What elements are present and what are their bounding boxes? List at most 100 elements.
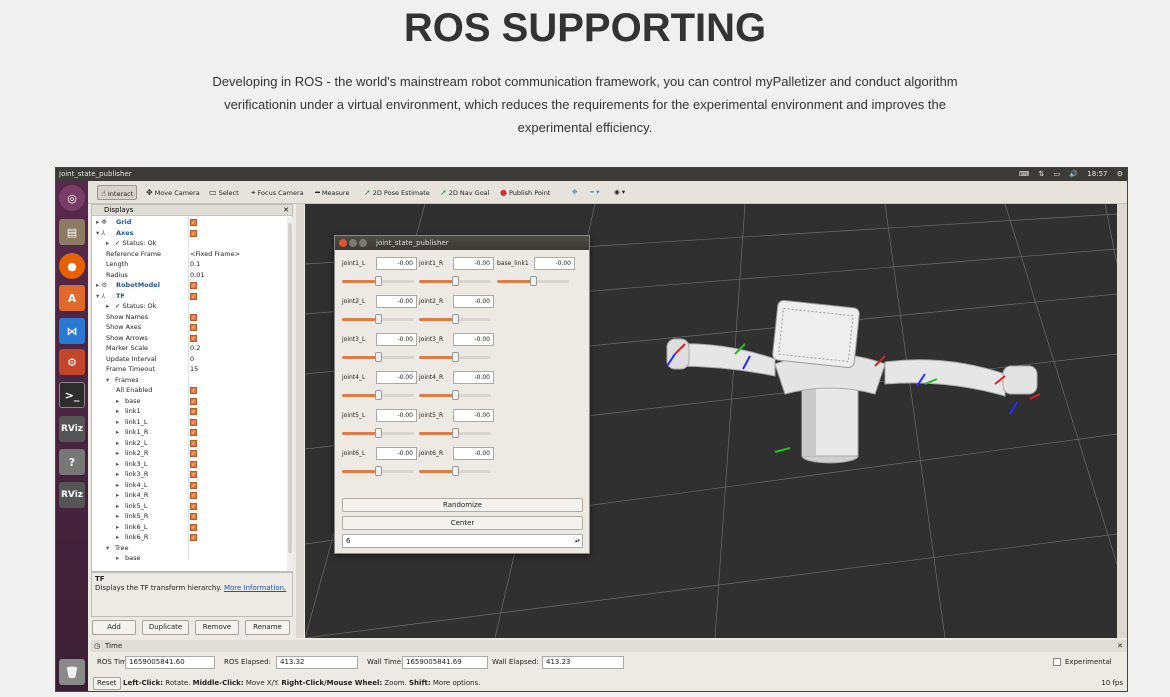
- enable-checkbox[interactable]: ✓: [190, 229, 197, 237]
- displays-scrollbar[interactable]: [287, 217, 293, 571]
- maximize-window-icon[interactable]: [359, 239, 367, 247]
- expand-arrow-icon[interactable]: ▸: [116, 501, 119, 512]
- joint-value-field[interactable]: -0.00: [453, 257, 494, 270]
- network-icon[interactable]: ⇅: [1038, 170, 1044, 178]
- nav-goal-tool[interactable]: ➚ 2D Nav Goal: [440, 185, 489, 200]
- left-splitter[interactable]: [296, 204, 304, 638]
- property-value[interactable]: 15: [190, 364, 198, 375]
- expand-arrow-icon[interactable]: ▸: [116, 511, 119, 522]
- slider-handle[interactable]: [452, 466, 459, 476]
- joint-value-field[interactable]: -0.00: [376, 333, 417, 346]
- slider-handle[interactable]: [452, 314, 459, 324]
- camera-type-icon[interactable]: ◉ ▾: [614, 185, 625, 200]
- joint-slider[interactable]: [342, 352, 414, 362]
- remove-button[interactable]: Remove: [195, 620, 239, 635]
- joint-slider[interactable]: [419, 390, 491, 400]
- keyboard-icon[interactable]: ⌨: [1019, 170, 1029, 178]
- enable-checkbox[interactable]: ✓: [190, 534, 197, 541]
- expand-arrow-icon[interactable]: ▸: [116, 480, 119, 491]
- volume-icon[interactable]: 🔊: [1069, 170, 1078, 178]
- display-tree-row[interactable]: ▾ ⅄ TF ✓: [92, 291, 287, 302]
- wall-elapsed-field[interactable]: 413.23: [542, 656, 624, 669]
- slider-handle[interactable]: [375, 466, 382, 476]
- close-window-icon[interactable]: [339, 239, 347, 247]
- display-tree-row[interactable]: ▸ link1_R ✓: [92, 427, 287, 438]
- slider-handle[interactable]: [452, 390, 459, 400]
- joint-count-spinbox[interactable]: 6 ▴▾: [342, 534, 583, 548]
- display-tree-row[interactable]: ▸ link3_R ✓: [92, 469, 287, 480]
- enable-checkbox[interactable]: ✓: [190, 219, 197, 226]
- files-icon[interactable]: ▤: [59, 219, 85, 245]
- expand-arrow-icon[interactable]: ▸: [116, 448, 119, 459]
- clock[interactable]: 18:57: [1087, 170, 1107, 178]
- display-tree-row[interactable]: Show Axes ✓: [92, 322, 287, 333]
- joint-value-field[interactable]: -0.00: [376, 409, 417, 422]
- add-tool-icon[interactable]: ✥: [572, 185, 577, 200]
- joint-value-field[interactable]: -0.00: [453, 371, 494, 384]
- expand-arrow-icon[interactable]: ▸: [116, 522, 119, 533]
- enable-checkbox[interactable]: ✓: [190, 282, 197, 289]
- enable-checkbox[interactable]: ✓: [190, 324, 197, 331]
- publish-point-tool[interactable]: ● Publish Point: [500, 185, 550, 200]
- display-tree-row[interactable]: ▸ link1_L ✓: [92, 417, 287, 428]
- display-tree-row[interactable]: Radius 0.01: [92, 270, 287, 281]
- display-tree-row[interactable]: ▸ link2_L ✓: [92, 438, 287, 449]
- display-tree-row[interactable]: ▸ link5_R ✓: [92, 511, 287, 522]
- expand-arrow-icon[interactable]: ▸: [116, 427, 119, 438]
- joint-value-field[interactable]: -0.00: [376, 447, 417, 460]
- collapse-arrow-icon[interactable]: ▾: [106, 375, 109, 386]
- expand-arrow-icon[interactable]: ▸: [116, 406, 119, 417]
- slider-handle[interactable]: [375, 276, 382, 286]
- gear-icon[interactable]: ⚙: [1117, 170, 1123, 178]
- expand-arrow-icon[interactable]: ▸: [116, 417, 119, 428]
- joint-slider[interactable]: [419, 352, 491, 362]
- joint-value-field[interactable]: -0.00: [453, 333, 494, 346]
- display-tree-row[interactable]: ▸ ⚙ RobotModel ✓: [92, 280, 287, 291]
- enable-checkbox[interactable]: ✓: [190, 513, 197, 520]
- collapse-arrow-icon[interactable]: ▾ ⅄: [96, 291, 105, 302]
- more-information-link[interactable]: More Information.: [224, 584, 286, 592]
- expand-arrow-icon[interactable]: ▸: [106, 301, 109, 312]
- enable-checkbox[interactable]: ✓: [190, 292, 197, 300]
- joint-value-field[interactable]: -0.00: [453, 409, 494, 422]
- battery-icon[interactable]: ▭: [1053, 170, 1060, 178]
- select-tool[interactable]: ▭ Select: [209, 185, 239, 200]
- center-button[interactable]: Center: [342, 516, 583, 530]
- joint-slider[interactable]: [497, 276, 569, 286]
- slider-handle[interactable]: [375, 314, 382, 324]
- pose-estimate-tool[interactable]: ➚ 2D Pose Estimate: [364, 185, 430, 200]
- slider-handle[interactable]: [375, 352, 382, 362]
- focus-camera-tool[interactable]: ⌖ Focus Camera: [251, 185, 304, 200]
- expand-arrow-icon[interactable]: ▸ ✥: [96, 217, 107, 228]
- display-tree-row[interactable]: ▾ ⅄ Axes ✓: [92, 228, 287, 239]
- remove-tool-icon[interactable]: ━ ▾: [590, 185, 599, 200]
- joint-value-field[interactable]: -0.00: [453, 447, 494, 460]
- joint-slider[interactable]: [342, 314, 414, 324]
- property-value[interactable]: <Fixed Frame>: [190, 249, 240, 260]
- enable-checkbox[interactable]: ✓: [190, 334, 197, 342]
- reset-button[interactable]: Reset: [93, 677, 121, 690]
- enable-checkbox[interactable]: ✓: [190, 439, 197, 447]
- joint-value-field[interactable]: -0.00: [376, 371, 417, 384]
- enable-checkbox[interactable]: ✓: [190, 429, 197, 436]
- display-tree-row[interactable]: Show Arrows ✓: [92, 333, 287, 344]
- software-center-icon[interactable]: A: [59, 285, 85, 311]
- display-tree-row[interactable]: ▸ link6_L ✓: [92, 522, 287, 533]
- slider-handle[interactable]: [452, 276, 459, 286]
- display-tree-row[interactable]: Update Interval 0: [92, 354, 287, 365]
- display-tree-row[interactable]: ▸ ✓ Status: Ok: [92, 301, 287, 312]
- joint-value-field[interactable]: -0.00: [376, 295, 417, 308]
- help-icon[interactable]: ?: [59, 449, 85, 475]
- joint-value-field[interactable]: -0.00: [376, 257, 417, 270]
- enable-checkbox[interactable]: ✓: [190, 492, 197, 499]
- ubuntu-icon[interactable]: ◎: [59, 185, 85, 211]
- expand-arrow-icon[interactable]: ▸: [116, 469, 119, 480]
- slider-handle[interactable]: [375, 428, 382, 438]
- slider-handle[interactable]: [452, 352, 459, 362]
- enable-checkbox[interactable]: ✓: [190, 481, 197, 489]
- close-icon[interactable]: ✕: [283, 205, 289, 216]
- slider-handle[interactable]: [452, 428, 459, 438]
- ros-time-field[interactable]: 1659005841.60: [125, 656, 215, 669]
- slider-handle[interactable]: [530, 276, 537, 286]
- collapse-arrow-icon[interactable]: ▾: [106, 543, 109, 554]
